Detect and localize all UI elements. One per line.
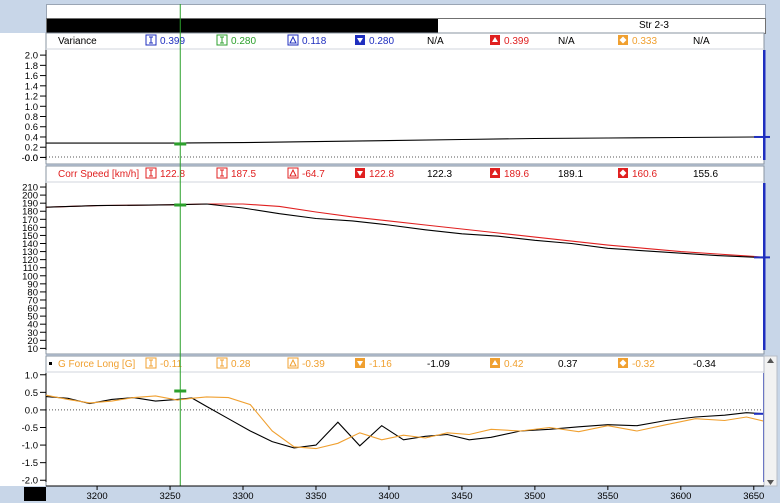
channel-name: Variance: [58, 36, 97, 47]
x-tick-label: 3500: [524, 491, 545, 502]
max-icon: [490, 35, 500, 45]
panel-g-force-long: 1.0 0.5 0.0 -0.5 -1.0 -1.5 -2.0 G Force Long [G…: [22, 355, 770, 487]
x-tick-label: 3200: [87, 491, 108, 502]
panel-background: [45, 355, 765, 487]
panel-background: [45, 165, 765, 355]
y-tick-label: 10: [27, 344, 38, 355]
channel-name: G Force Long [G]: [58, 359, 135, 370]
y-tick-label: -0.0: [22, 153, 38, 164]
readout-value: 0.37: [558, 359, 578, 370]
readout-value: -1.09: [427, 359, 450, 370]
panel-background: [45, 32, 765, 165]
vertical-scrollbar[interactable]: [763, 355, 778, 487]
legend-dot: [49, 362, 52, 365]
min-icon: [355, 358, 365, 368]
x-tick-label: 3350: [305, 491, 326, 502]
telemetry-window: Str 2-3 2.0 1.8 1.6 1.4 1.2 1.0 0.8 0.6 0.4 0.2 0.…: [0, 0, 780, 503]
readout-value: 122.3: [427, 169, 452, 180]
readout-value: 0.28: [231, 359, 251, 370]
x-tick-label: 3550: [597, 491, 618, 502]
readout-value: N/A: [427, 36, 444, 47]
readout-value: 187.5: [231, 169, 256, 180]
cursor-tick: [174, 203, 187, 207]
cursor-icon: [216, 357, 228, 369]
cursor-icon: [216, 34, 228, 46]
avg-icon: [618, 168, 628, 178]
panel-variance: 2.01.81.61.41.21.00.80.60.40.20.0-0.0Var…: [22, 32, 770, 165]
channel-name: Corr Speed [km/h]: [58, 169, 139, 180]
readout-value: 0.118: [302, 36, 327, 47]
y-tick-label: -0.5: [22, 423, 38, 434]
readout-value: -0.11: [160, 359, 182, 370]
x-tick-label: 3650: [743, 491, 764, 502]
x-tick-label: 3450: [451, 491, 472, 502]
x-tick-label: 3600: [670, 491, 691, 502]
readout-value: -0.39: [302, 359, 325, 370]
readout-value: 0.399: [504, 36, 529, 47]
readout-value: 122.8: [160, 169, 185, 180]
readout-value: -64.7: [302, 169, 325, 180]
telemetry-chart[interactable]: 2.01.81.61.41.21.00.80.60.40.20.0-0.0Var…: [0, 0, 780, 503]
min-icon: [355, 168, 365, 178]
readout-value: N/A: [558, 36, 575, 47]
avg-icon: [618, 358, 628, 368]
max-icon: [490, 358, 500, 368]
y-tick-label: 0.0: [25, 405, 38, 416]
y-tick-label: -1.0: [22, 441, 38, 452]
y-tick-label: -2.0: [22, 476, 38, 487]
x-unit-label: foot: [27, 490, 43, 501]
readout-value: 189.1: [558, 169, 583, 180]
right-scroll-rail[interactable]: [763, 183, 766, 350]
cursor-icon: [216, 167, 228, 179]
readout-value: 0.280: [369, 36, 394, 47]
readout-value: 189.6: [504, 169, 529, 180]
avg-icon: [618, 35, 628, 45]
cursor-icon: [145, 357, 157, 369]
cursor-icon: [145, 167, 157, 179]
y-tick-label: 1.0: [25, 370, 38, 381]
cursor-tick: [174, 389, 187, 393]
right-scroll-rail[interactable]: [763, 50, 766, 160]
readout-value: 0.42: [504, 359, 524, 370]
x-tick-label: 3400: [378, 491, 399, 502]
readout-value: -0.34: [693, 359, 716, 370]
delta-icon: [287, 34, 299, 46]
readout-value: N/A: [693, 36, 710, 47]
readout-value: 122.8: [369, 169, 394, 180]
y-tick-label: 0.5: [25, 388, 38, 399]
readout-value: 0.333: [632, 36, 657, 47]
readout-value: 0.399: [160, 36, 185, 47]
cursor-tick: [174, 142, 187, 146]
readout-value: -0.32: [632, 359, 655, 370]
cursor-icon: [145, 34, 157, 46]
delta-icon: [287, 167, 299, 179]
readout-value: 155.6: [693, 169, 718, 180]
x-axis-background: [46, 486, 764, 503]
delta-icon: [287, 357, 299, 369]
max-icon: [490, 168, 500, 178]
y-tick-label: -1.5: [22, 458, 38, 469]
min-icon: [355, 35, 365, 45]
panel-corr-speed: 2102001901801701601501401301201101009080…: [22, 165, 770, 355]
x-tick-label: 3300: [232, 491, 253, 502]
x-axis: 3200 3250 3300 3350 3400 3450 3500 3550 3600 3650…: [24, 485, 764, 503]
x-tick-label: 3250: [159, 491, 180, 502]
readout-value: -1.16: [369, 359, 392, 370]
readout-value: 160.6: [632, 169, 657, 180]
readout-value: 0.280: [231, 36, 256, 47]
